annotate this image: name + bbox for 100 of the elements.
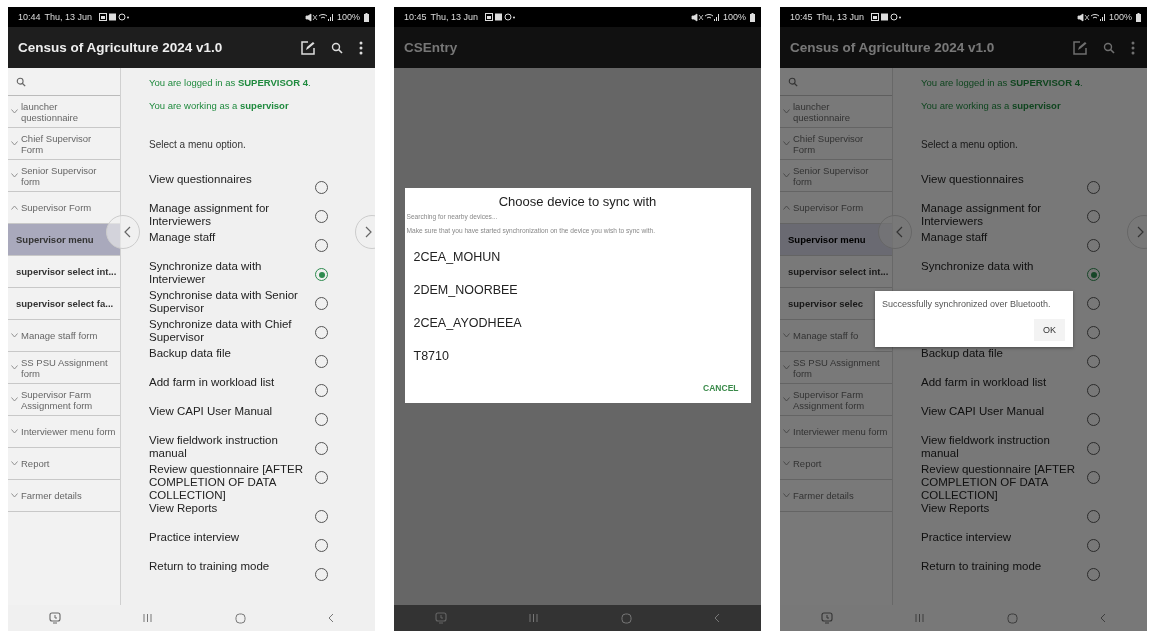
menu-option-label: Synchronize data with Chief Supervisor	[149, 318, 293, 344]
sidebar-item[interactable]: Supervisor menu	[8, 224, 120, 256]
sidebar-item[interactable]: Supervisor menu	[780, 224, 892, 256]
status-time: 10:45	[790, 12, 813, 22]
menu-option-label: Backup data file	[149, 347, 232, 360]
sidebar-group-label: Supervisor Farm Assignment form	[21, 388, 94, 411]
menu-option-label: Add farm in workload list	[149, 376, 276, 389]
menu-option-label: View CAPI User Manual	[149, 405, 274, 418]
menu-option-label: Backup data file	[921, 347, 1004, 360]
app-title: CSEntry	[404, 40, 459, 55]
menu-option-label: Practice interview	[921, 531, 1013, 544]
device-item[interactable]: T8710	[404, 340, 751, 373]
sidebar-group-label: Chief Supervisor Form	[793, 132, 865, 155]
battery-level: 100%	[336, 12, 360, 22]
menu-option-label: Practice interview	[149, 531, 241, 544]
sidebar-group[interactable]: Farmer details	[8, 480, 120, 512]
status-date: Thu, 13 Jun	[816, 12, 865, 22]
sidebar-group[interactable]: Report	[780, 448, 892, 480]
sidebar-group[interactable]: Interviewer menu form	[780, 416, 892, 448]
sidebar-group[interactable]: SS PSU Assignment form	[8, 352, 120, 384]
status-message: You are logged in as SUPERVISOR 4.	[921, 77, 1084, 90]
app-title: Census of Agriculture 2024 v1.0	[790, 40, 996, 55]
menu-option-label: Return to training mode	[149, 560, 271, 573]
notification-icons-drawing	[485, 12, 516, 22]
sidebar-group-label: Report	[793, 458, 822, 469]
screen-icon[interactable]	[435, 612, 448, 624]
home-icon[interactable]	[620, 612, 632, 624]
ok-button[interactable]: OK	[1034, 319, 1065, 341]
sidebar-group[interactable]: Chief Supervisor Form	[8, 128, 120, 160]
recent-apps-icon[interactable]	[915, 613, 925, 623]
sidebar-item[interactable]: supervisor select int...	[780, 256, 892, 288]
sidebar-item[interactable]: supervisor select fa...	[8, 288, 120, 320]
sidebar-group-label: Report	[21, 458, 50, 469]
connectivity-icons-drawing	[304, 12, 333, 22]
sidebar-group[interactable]: Report	[8, 448, 120, 480]
menu-option-label: Manage staff	[921, 231, 989, 244]
menu-option-label: Return to training mode	[921, 560, 1043, 573]
sidebar-group-label: Farmer details	[21, 490, 82, 501]
sidebar-group-label: Supervisor Farm Assignment form	[793, 388, 866, 411]
chevron-right-icon	[1137, 226, 1144, 238]
menu-option-label: Add farm in workload list	[921, 376, 1048, 389]
sidebar-group[interactable]: Manage staff form	[8, 320, 120, 352]
sidebar-item[interactable]: supervisor select int...	[8, 256, 120, 288]
sidebar-group-label: Senior Supervisor form	[793, 164, 870, 187]
sidebar-group[interactable]: launcher questionnaire	[780, 96, 892, 128]
recent-apps-icon[interactable]	[529, 613, 539, 623]
sidebar-group[interactable]: launcher questionnaire	[8, 96, 120, 128]
sidebar-group[interactable]: Senior Supervisor form	[8, 160, 120, 192]
sidebar-group[interactable]: Supervisor Farm Assignment form	[8, 384, 120, 416]
recent-apps-icon[interactable]	[143, 613, 153, 623]
menu-option-label: View fieldwork instruction manual	[921, 434, 1051, 460]
home-icon[interactable]	[234, 612, 246, 624]
more-options-icon[interactable]	[359, 40, 363, 55]
menu-option-label: Synchronize data with Interviewer	[149, 260, 263, 286]
back-icon[interactable]	[1099, 613, 1106, 623]
menu-option-label: View questionnaires	[149, 173, 253, 186]
sidebar-group-label: SS PSU Assignment form	[21, 356, 109, 379]
sidebar-group-label: Supervisor Form	[793, 202, 864, 213]
sidebar-group[interactable]: Supervisor Farm Assignment form	[780, 384, 892, 416]
back-icon[interactable]	[327, 613, 334, 623]
connectivity-icons-drawing	[1076, 12, 1105, 22]
connectivity-icons-drawing	[690, 12, 719, 22]
search-icon[interactable]	[331, 41, 343, 54]
device-item[interactable]: 2DEM_NOORBEE	[404, 274, 751, 307]
battery-level: 100%	[722, 12, 746, 22]
app-title: Census of Agriculture 2024 v1.0	[18, 40, 224, 55]
edit-icon[interactable]	[301, 40, 315, 55]
menu-option-label: View Reports	[921, 502, 991, 515]
sidebar-group-label: Interviewer menu form	[21, 426, 116, 437]
sidebar-group-label: launcher questionnaire	[793, 100, 852, 123]
sidebar-group-label: launcher questionnaire	[21, 100, 80, 123]
device-item[interactable]: 2CEA_MOHUN	[404, 241, 751, 274]
sidebar-group[interactable]: Chief Supervisor Form	[780, 128, 892, 160]
back-icon[interactable]	[713, 613, 720, 623]
cancel-button[interactable]: CANCEL	[703, 383, 739, 393]
status-message: You are working as a supervisor	[149, 100, 290, 113]
screen-icon[interactable]	[821, 612, 834, 624]
home-icon[interactable]	[1006, 612, 1018, 624]
sidebar-group[interactable]: Senior Supervisor form	[780, 160, 892, 192]
sidebar-group-label: Farmer details	[793, 490, 854, 501]
notification-icons-drawing	[871, 12, 902, 22]
menu-option-label: View CAPI User Manual	[921, 405, 1046, 418]
menu-option-label: Synchronise data with Senior Supervisor	[149, 289, 299, 315]
menu-option-label: Manage assignment for Interviewers	[149, 202, 271, 228]
status-time: 10:44	[18, 12, 41, 22]
previous-button[interactable]	[106, 215, 140, 249]
sidebar-group-label: Chief Supervisor Form	[21, 132, 93, 155]
sidebar-group[interactable]: Farmer details	[780, 480, 892, 512]
status-date: Thu, 13 Jun	[44, 12, 93, 22]
chevron-right-icon	[365, 226, 372, 238]
device-item[interactable]: 2CEA_AYODHEEA	[404, 307, 751, 340]
menu-option-label: Synchronize data with	[921, 260, 1035, 273]
status-date: Thu, 13 Jun	[430, 12, 479, 22]
sidebar-group[interactable]: Interviewer menu form	[8, 416, 120, 448]
menu-option-label: Manage staff	[149, 231, 217, 244]
chevron-left-icon	[124, 226, 131, 238]
sidebar-group[interactable]: SS PSU Assignment form	[780, 352, 892, 384]
menu-option-label: Manage assignment for Interviewers	[921, 202, 1043, 228]
screen-icon[interactable]	[49, 612, 62, 624]
menu-option-label: View fieldwork instruction manual	[149, 434, 279, 460]
